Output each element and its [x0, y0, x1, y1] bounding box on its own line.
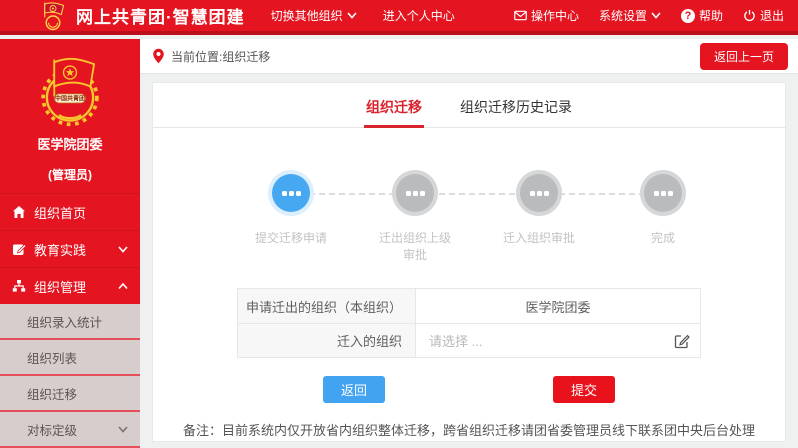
action-center-link[interactable]: 操作中心	[514, 7, 579, 24]
org-name: 医学院团委	[0, 134, 140, 153]
help-link[interactable]: ? 帮助	[681, 7, 723, 24]
return-previous-page-button[interactable]: 返回上一页	[700, 43, 788, 70]
transfer-card: 组织迁移 组织迁移历史记录 提交迁移申请	[152, 82, 786, 442]
incoming-org-label: 迁入的组织	[238, 324, 416, 357]
power-icon	[743, 9, 756, 22]
step-outgoing-superior-approval: 迁出组织上级审批	[353, 174, 477, 264]
table-row-outgoing-org: 申请迁出的组织（本组织） 医学院团委	[238, 289, 700, 323]
home-icon	[12, 205, 26, 219]
outgoing-org-label: 申请迁出的组织（本组织）	[238, 289, 416, 323]
sidebar-subitem-org-entry-stats[interactable]: 组织录入统计	[0, 304, 140, 340]
logout-link[interactable]: 退出	[743, 7, 784, 24]
transfer-form: 申请迁出的组织（本组织） 医学院团委 迁入的组织 请选择 ...	[237, 288, 701, 358]
chevron-down-icon	[651, 12, 661, 19]
tab-bar: 组织迁移 组织迁移历史记录	[153, 83, 785, 128]
svg-text:中国共青团: 中国共青团	[55, 95, 85, 103]
submit-button[interactable]: 提交	[553, 376, 615, 403]
switch-org-menu[interactable]: 切换其他组织	[271, 7, 357, 24]
chevron-down-icon	[347, 12, 357, 19]
table-row-incoming-org: 迁入的组织 请选择 ...	[238, 323, 700, 357]
sitemap-icon	[12, 279, 26, 293]
sidebar: 中国共青团 医学院团委 (管理员) 组织首页 教育实践	[0, 39, 140, 423]
sidebar-subitem-org-transfer[interactable]: 组织迁移	[0, 376, 140, 412]
incoming-org-placeholder: 请选择 ...	[429, 331, 482, 350]
sidebar-item-org-management[interactable]: 组织管理	[0, 267, 140, 304]
chevron-down-icon	[118, 426, 128, 433]
org-role: (管理员)	[0, 166, 140, 183]
system-settings-menu[interactable]: 系统设置	[599, 7, 661, 24]
step-circle-active	[272, 174, 310, 212]
league-logo-icon	[38, 1, 68, 31]
sidebar-item-org-home[interactable]: 组织首页	[0, 193, 140, 230]
location-pin-icon	[152, 48, 165, 64]
envelope-icon	[514, 9, 527, 22]
tab-transfer-history[interactable]: 组织迁移历史记录	[460, 97, 572, 127]
step-incoming-org-approval: 迁入组织审批	[477, 174, 601, 264]
sidebar-subitem-benchmark-rating[interactable]: 对标定级	[0, 412, 140, 448]
pencil-square-icon	[12, 242, 26, 256]
step-complete: 完成	[601, 174, 725, 264]
breadcrumb: 当前位置:组织迁移	[171, 48, 270, 65]
outgoing-org-value: 医学院团委	[416, 289, 700, 323]
step-circle	[644, 174, 682, 212]
app-title: 网上共青团·智慧团建	[76, 3, 245, 28]
incoming-org-select[interactable]: 请选择 ...	[416, 324, 700, 357]
transfer-stepper: 提交迁移申请 迁出组织上级审批 迁入组织审批	[229, 174, 725, 274]
edit-icon[interactable]	[674, 333, 690, 349]
main-area: 当前位置:组织迁移 返回上一页 组织迁移 组织迁移历史记录 提交迁移申请	[140, 39, 798, 423]
form-actions: 返回 提交	[153, 376, 785, 403]
step-circle	[520, 174, 558, 212]
chevron-down-icon	[118, 246, 128, 253]
league-emblem-icon: 中国共青团	[33, 54, 107, 128]
top-navbar: 网上共青团·智慧团建 切换其他组织 进入个人中心 操作中心 系统设置 ? 帮助	[0, 0, 798, 35]
chevron-up-icon	[118, 283, 128, 290]
content-area: 组织迁移 组织迁移历史记录 提交迁移申请	[140, 74, 798, 442]
tab-org-transfer[interactable]: 组织迁移	[366, 97, 422, 127]
back-button[interactable]: 返回	[323, 376, 385, 403]
sidebar-menu: 组织首页 教育实践 组织管理 组织录入统计	[0, 193, 140, 448]
step-submit-application: 提交迁移申请	[229, 174, 353, 264]
step-circle	[396, 174, 434, 212]
breadcrumb-bar: 当前位置:组织迁移 返回上一页	[140, 39, 798, 74]
personal-center-link[interactable]: 进入个人中心	[383, 7, 455, 24]
sidebar-item-education[interactable]: 教育实践	[0, 230, 140, 267]
question-circle-icon: ?	[681, 9, 695, 23]
sidebar-subitem-org-list[interactable]: 组织列表	[0, 340, 140, 376]
